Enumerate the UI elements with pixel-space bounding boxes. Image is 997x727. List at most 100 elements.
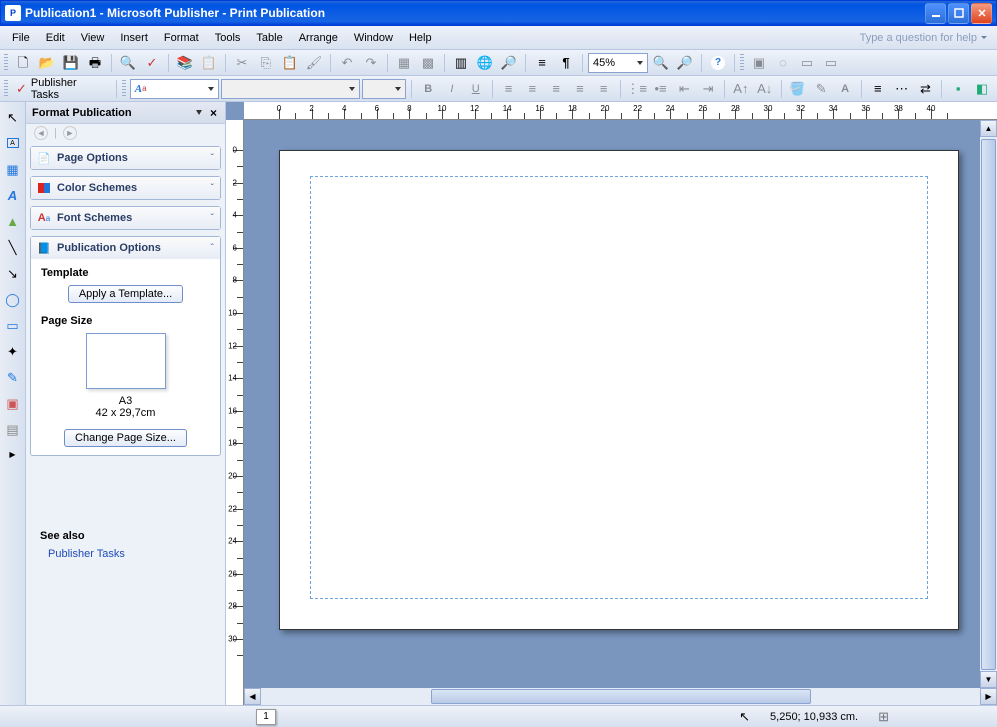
toolbar-grip-3[interactable] (4, 80, 8, 98)
menu-arrange[interactable]: Arrange (291, 29, 346, 47)
italic-button[interactable]: I (441, 78, 463, 100)
enable-graphics-button[interactable]: ▣ (748, 52, 770, 74)
fill-color-button[interactable]: 🪣 (787, 78, 809, 100)
hyperlink-button[interactable]: 🌐 (474, 52, 496, 74)
toolbar-grip-4[interactable] (122, 80, 126, 98)
bullets-button[interactable]: •≡ (650, 78, 672, 100)
show-hide-button[interactable]: ≡ (531, 52, 553, 74)
open-button[interactable]: 📂 (36, 52, 58, 74)
minimize-button[interactable] (925, 3, 946, 24)
increase-indent-button[interactable]: ⇥ (697, 78, 719, 100)
new-button[interactable]: 🗋 (12, 52, 34, 74)
expand-tool[interactable]: ▶ (2, 444, 24, 466)
select-tool[interactable]: ↖ (2, 106, 24, 128)
menu-tools[interactable]: Tools (207, 29, 249, 47)
horizontal-ruler[interactable]: 0246810121416182022242628303234363840 (244, 102, 997, 120)
menu-format[interactable]: Format (156, 29, 207, 47)
vertical-ruler[interactable]: 024681012141618202224262830 (226, 120, 244, 705)
bold-button[interactable]: B (417, 78, 439, 100)
send-back-button[interactable]: ▩ (417, 52, 439, 74)
numbering-button[interactable]: ⋮≡ (626, 78, 648, 100)
taskpane-back-icon[interactable]: ◄ (34, 126, 48, 140)
line-color-button[interactable]: ✎ (810, 78, 832, 100)
font-schemes-section[interactable]: Aa Font Schemes ˇ (30, 206, 221, 230)
style-dropdown[interactable]: Aa (130, 79, 219, 99)
zoom-out-button[interactable]: 🔍 (650, 52, 672, 74)
rectangle-tool[interactable]: ▭ (2, 314, 24, 336)
toolbar-grip[interactable] (4, 54, 8, 72)
align-center-button[interactable]: ≡ (521, 78, 543, 100)
copy-button[interactable]: ⎘ (255, 52, 277, 74)
align-left-button[interactable]: ≡ (498, 78, 520, 100)
dash-style-button[interactable]: ⋯ (891, 78, 913, 100)
research-button[interactable]: 📚 (174, 52, 196, 74)
scroll-right-button[interactable]: ▶ (980, 688, 997, 705)
horizontal-scrollbar[interactable]: ◀ ▶ (244, 688, 997, 705)
paste-button[interactable]: 📋 (279, 52, 301, 74)
line-tool[interactable]: ╲ (2, 236, 24, 258)
table-tool[interactable]: ▦ (2, 158, 24, 180)
scroll-up-button[interactable]: ▲ (980, 120, 997, 137)
color-schemes-section[interactable]: Color Schemes ˇ (30, 176, 221, 200)
zoom-in-button[interactable]: 🔎 (674, 52, 696, 74)
textbox-tool[interactable]: A (2, 132, 24, 154)
taskpane-menu-icon[interactable] (196, 110, 202, 115)
bring-forward-button[interactable]: ▦ (393, 52, 415, 74)
menu-view[interactable]: View (73, 29, 113, 47)
spellcheck-button[interactable]: ✓ (141, 52, 163, 74)
change-page-size-button[interactable]: Change Page Size... (64, 429, 187, 447)
vertical-scrollbar[interactable]: ▲ ▼ (980, 120, 997, 688)
decrease-font-button[interactable]: A↓ (754, 78, 776, 100)
save-button[interactable]: 💾 (60, 52, 82, 74)
fontsize-dropdown[interactable] (362, 79, 407, 99)
autoshapes-tool[interactable]: ✦ (2, 340, 24, 362)
web-preview-button[interactable]: 🔎 (498, 52, 520, 74)
align-justify-button[interactable]: ≡ (569, 78, 591, 100)
align-right-button[interactable]: ≡ (545, 78, 567, 100)
distribute-button[interactable]: ≡ (593, 78, 615, 100)
previous-textbox-button[interactable]: ▭ (796, 52, 818, 74)
picture-tool[interactable]: ▲ (2, 210, 24, 232)
increase-font-button[interactable]: A↑ (730, 78, 752, 100)
page-tab-1[interactable]: 1 (256, 709, 276, 725)
menu-help[interactable]: Help (401, 29, 440, 47)
oval-tool[interactable]: ◯ (2, 288, 24, 310)
publisher-tasks-link[interactable]: Publisher Tasks (40, 546, 211, 562)
zoom-dropdown[interactable]: 45% (588, 53, 648, 73)
page-options-section[interactable]: 📄 Page Options ˇ (30, 146, 221, 170)
toolbar-grip-2[interactable] (740, 54, 744, 72)
page-canvas[interactable] (279, 150, 959, 630)
font-dropdown[interactable] (221, 79, 360, 99)
apply-template-button[interactable]: Apply a Template... (68, 285, 183, 303)
menu-edit[interactable]: Edit (38, 29, 73, 47)
canvas-viewport[interactable] (244, 120, 997, 688)
close-button[interactable] (971, 3, 992, 24)
3d-button[interactable]: ◧ (971, 78, 993, 100)
publisher-tasks-button[interactable]: ✓Publisher Tasks (12, 77, 111, 101)
taskpane-forward-icon[interactable]: ► (63, 126, 77, 140)
redo-button[interactable]: ↷ (360, 52, 382, 74)
page-thumbnail[interactable] (86, 333, 166, 389)
print-button[interactable]: 🖶 (84, 52, 106, 74)
cut-button[interactable]: ✂ (231, 52, 253, 74)
help-search[interactable]: Type a question for help (854, 30, 993, 46)
menu-insert[interactable]: Insert (112, 29, 156, 47)
scroll-left-button[interactable]: ◀ (244, 688, 261, 705)
paragraph-marks-button[interactable]: ¶ (555, 52, 577, 74)
decrease-indent-button[interactable]: ⇤ (673, 78, 695, 100)
bookmark-tool[interactable]: ✎ (2, 366, 24, 388)
taskpane-close-icon[interactable]: × (208, 106, 219, 120)
help-button[interactable]: ? (707, 52, 729, 74)
design-gallery-tool[interactable]: ▣ (2, 392, 24, 414)
font-color-button[interactable]: A (834, 78, 856, 100)
menu-table[interactable]: Table (248, 29, 290, 47)
arrow-tool[interactable]: ↘ (2, 262, 24, 284)
format-painter-button[interactable]: 🖌 (303, 52, 325, 74)
item-library-tool[interactable]: ▤ (2, 418, 24, 440)
paste-special-button[interactable]: 📋 (198, 52, 220, 74)
wordart-tool[interactable]: A (2, 184, 24, 206)
maximize-button[interactable] (948, 3, 969, 24)
publication-options-header[interactable]: 📘 Publication Options ˆ (31, 237, 220, 259)
next-textbox-button[interactable]: ▭ (820, 52, 842, 74)
shadow-button[interactable]: ▪ (947, 78, 969, 100)
